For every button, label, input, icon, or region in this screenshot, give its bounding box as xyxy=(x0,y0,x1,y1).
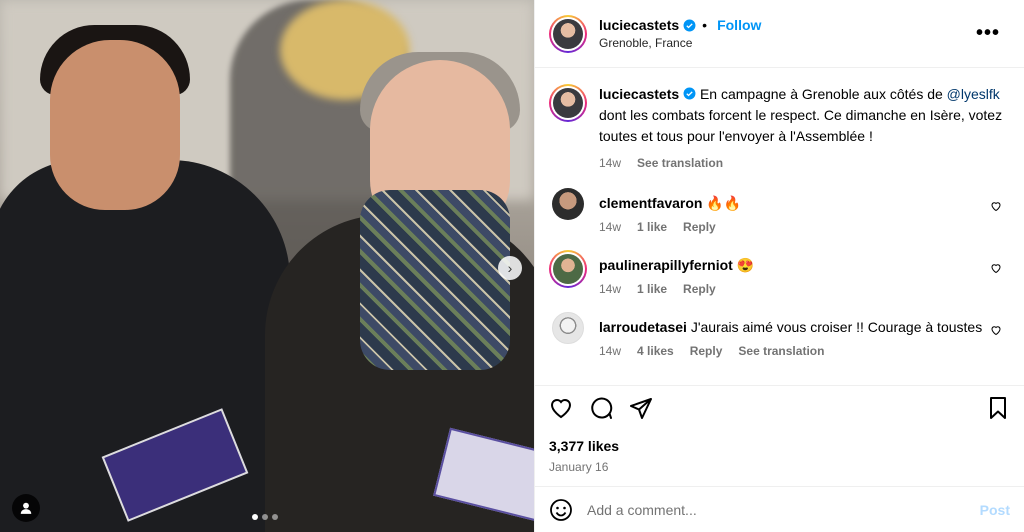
comment-timestamp[interactable]: 14w xyxy=(599,218,621,236)
more-options-icon[interactable]: ••• xyxy=(976,22,1000,45)
likes-count[interactable]: 3,377 likes xyxy=(549,438,1010,454)
caption-text-end: dont les combats forcent le respect. Ce … xyxy=(599,107,1003,144)
like-comment-heart-icon[interactable] xyxy=(990,324,1002,336)
verified-badge-icon xyxy=(683,87,696,100)
post-date[interactable]: January 16 xyxy=(549,460,1010,474)
caption-mention-link[interactable]: @lyeslfk xyxy=(947,86,1000,102)
verified-badge-icon xyxy=(683,19,696,31)
reply-button[interactable]: Reply xyxy=(690,342,723,360)
chevron-right-icon: › xyxy=(507,260,513,276)
post-details-panel: luciecastets • Follow Grenoble, France •… xyxy=(534,0,1024,532)
author-info: luciecastets • Follow Grenoble, France xyxy=(599,17,976,50)
reply-button[interactable]: Reply xyxy=(683,218,716,236)
commenter-avatar[interactable] xyxy=(552,312,584,344)
photo-man-face xyxy=(50,40,180,210)
comment-likes-count[interactable]: 1 like xyxy=(637,280,667,298)
comment-text: J'aurais aimé vous croiser !! Courage à … xyxy=(690,319,983,335)
post-location[interactable]: Grenoble, France xyxy=(599,36,976,50)
comment-item: clementfavaron 🔥🔥 14w 1 like Reply xyxy=(549,188,1010,236)
author-avatar[interactable] xyxy=(549,14,587,53)
commenter-avatar[interactable] xyxy=(552,188,584,220)
comment-composer: Post xyxy=(535,486,1024,532)
comments-list: luciecastets En campagne à Grenoble aux … xyxy=(535,68,1024,384)
comment-likes-count[interactable]: 4 likes xyxy=(637,342,674,360)
comment-likes-count[interactable]: 1 like xyxy=(637,218,667,236)
user-icon xyxy=(20,502,32,514)
commenter-avatar[interactable] xyxy=(549,250,587,288)
carousel-next-button[interactable]: › xyxy=(498,256,522,280)
comment-text: 😍 xyxy=(736,257,755,273)
like-comment-heart-icon[interactable] xyxy=(990,200,1002,212)
tagged-users-button[interactable] xyxy=(12,494,40,522)
author-username[interactable]: luciecastets xyxy=(599,17,679,33)
carousel-dot xyxy=(252,514,258,520)
post-photo[interactable]: › xyxy=(0,0,534,532)
post-comment-button[interactable]: Post xyxy=(980,502,1010,518)
caption-text-start: En campagne à Grenoble aux côtés de xyxy=(699,86,947,102)
share-send-icon[interactable] xyxy=(629,396,653,420)
carousel-dots xyxy=(252,514,278,520)
comment-item: larroudetasei J'aurais aimé vous croiser… xyxy=(549,312,1010,360)
carousel-dot xyxy=(262,514,268,520)
post-actions: 3,377 likes January 16 xyxy=(535,385,1024,474)
bookmark-save-icon[interactable] xyxy=(986,396,1010,420)
follow-button[interactable]: Follow xyxy=(717,17,761,33)
separator-dot: • xyxy=(702,17,708,33)
post-header: luciecastets • Follow Grenoble, France •… xyxy=(535,0,1024,68)
see-translation-button[interactable]: See translation xyxy=(738,342,824,360)
see-translation-button[interactable]: See translation xyxy=(637,153,723,174)
instagram-post-view: › luciecastets • Follow Grenoble, France… xyxy=(0,0,1024,532)
like-comment-heart-icon[interactable] xyxy=(990,262,1002,274)
commenter-username[interactable]: clementfavaron xyxy=(599,195,702,211)
post-caption: luciecastets En campagne à Grenoble aux … xyxy=(549,84,1010,174)
comment-timestamp[interactable]: 14w xyxy=(599,280,621,298)
comment-timestamp[interactable]: 14w xyxy=(599,342,621,360)
commenter-username[interactable]: paulinerapillyferniot xyxy=(599,257,733,273)
commenter-username[interactable]: larroudetasei xyxy=(599,319,687,335)
photo-woman-scarf xyxy=(360,190,510,370)
reply-button[interactable]: Reply xyxy=(683,280,716,298)
emoji-smiley-icon[interactable] xyxy=(549,498,573,522)
carousel-dot xyxy=(272,514,278,520)
comment-text: 🔥🔥 xyxy=(706,195,742,211)
comment-item: paulinerapillyferniot 😍 14w 1 like Reply xyxy=(549,250,1010,298)
add-comment-input[interactable] xyxy=(587,501,980,518)
caption-timestamp[interactable]: 14w xyxy=(599,153,621,174)
like-heart-icon[interactable] xyxy=(549,396,573,420)
comment-bubble-icon[interactable] xyxy=(589,396,613,420)
caption-author-avatar[interactable] xyxy=(549,84,587,122)
caption-username[interactable]: luciecastets xyxy=(599,86,679,102)
